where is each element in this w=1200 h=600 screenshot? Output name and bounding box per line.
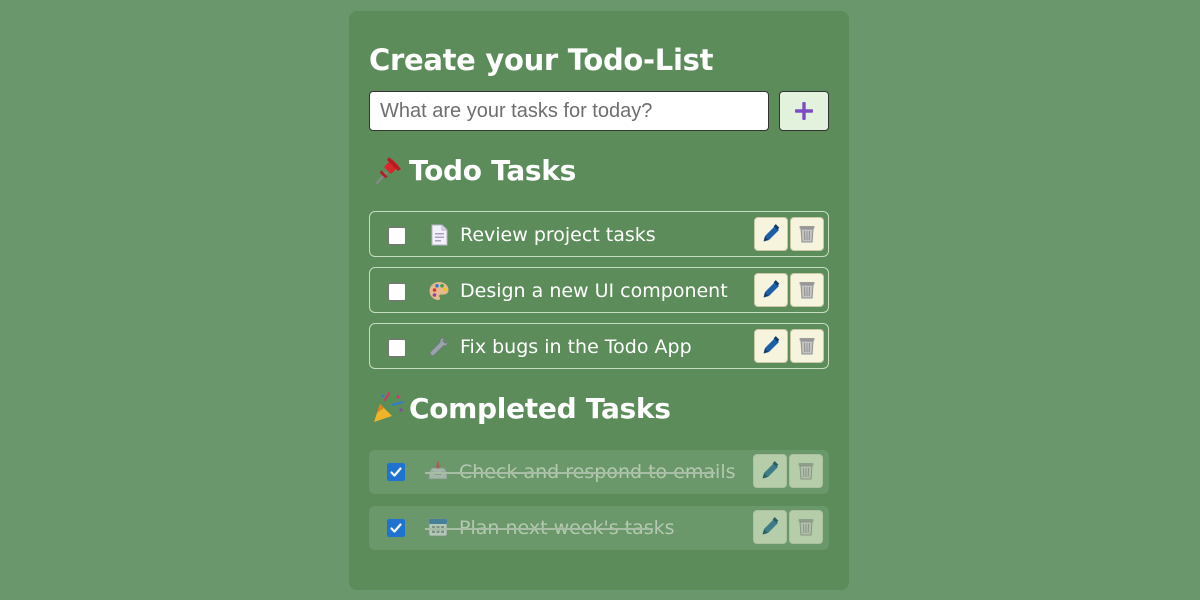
completed-task-list: Check and respond to emails Plan next we… <box>369 450 829 562</box>
task-item: Fix bugs in the Todo App <box>369 323 829 369</box>
wastebasket-icon <box>790 517 822 537</box>
todo-section-heading: Todo Tasks <box>371 153 576 187</box>
page-facing-up-icon <box>428 224 450 246</box>
task-text: Review project tasks <box>460 224 656 246</box>
pen-icon <box>754 461 786 481</box>
delete-button[interactable] <box>790 273 824 307</box>
task-text: Design a new UI component <box>460 280 728 302</box>
completed-task-item: Check and respond to emails <box>369 450 829 494</box>
wastebasket-icon <box>791 336 823 356</box>
completed-heading-text: Completed Tasks <box>409 391 671 425</box>
wastebasket-icon <box>790 461 822 481</box>
inbox-tray-icon <box>427 460 449 482</box>
pen-icon <box>754 517 786 537</box>
edit-button[interactable] <box>754 273 788 307</box>
wastebasket-icon <box>791 280 823 300</box>
edit-button[interactable] <box>753 454 787 488</box>
delete-button[interactable] <box>789 454 823 488</box>
completed-task-item: Plan next week's tasks <box>369 506 829 550</box>
todo-task-list: Review project tasks Design a new UI com… <box>369 211 829 379</box>
completed-section-heading: Completed Tasks <box>371 391 671 425</box>
edit-button[interactable] <box>754 329 788 363</box>
add-task-row <box>369 91 829 131</box>
strikethrough-line <box>425 472 715 474</box>
pen-icon <box>755 280 787 300</box>
calendar-icon <box>427 516 449 538</box>
wastebasket-icon <box>791 224 823 244</box>
delete-button[interactable] <box>790 217 824 251</box>
edit-button[interactable] <box>753 510 787 544</box>
task-checkbox[interactable] <box>388 227 406 245</box>
party-popper-icon <box>371 391 405 425</box>
todo-card: Create your Todo-List Todo Tasks <box>349 11 849 590</box>
task-item: Design a new UI component <box>369 267 829 313</box>
task-checkbox[interactable] <box>388 339 406 357</box>
strikethrough-line <box>425 528 653 530</box>
pushpin-icon <box>371 153 405 187</box>
pen-icon <box>755 224 787 244</box>
task-input[interactable] <box>369 91 769 131</box>
pen-icon <box>755 336 787 356</box>
add-task-button[interactable] <box>779 91 829 131</box>
delete-button[interactable] <box>790 329 824 363</box>
task-checkbox-checked[interactable] <box>387 463 405 481</box>
task-checkbox-checked[interactable] <box>387 519 405 537</box>
artist-palette-icon <box>428 280 450 302</box>
todo-heading-text: Todo Tasks <box>409 153 576 187</box>
wrench-icon <box>428 336 450 358</box>
plus-icon <box>780 101 828 121</box>
page-title: Create your Todo-List <box>369 43 714 77</box>
task-text: Fix bugs in the Todo App <box>460 336 692 358</box>
task-checkbox[interactable] <box>388 283 406 301</box>
delete-button[interactable] <box>789 510 823 544</box>
task-item: Review project tasks <box>369 211 829 257</box>
edit-button[interactable] <box>754 217 788 251</box>
